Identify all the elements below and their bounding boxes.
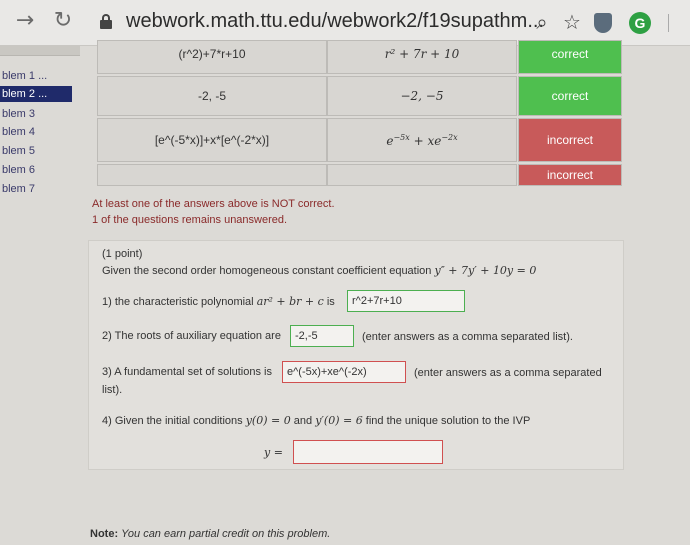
q2-label: 2) The roots of auxiliary equation are <box>102 330 281 342</box>
q3-hint-continued: list). <box>102 384 123 396</box>
intro-text: Given the second order homogeneous const… <box>102 265 432 277</box>
q4-and: and <box>293 415 313 427</box>
note-label: Note: <box>90 528 119 540</box>
table-cell-result: correct <box>518 76 622 116</box>
q4-condition-2: y′(0) = 6 <box>315 414 363 427</box>
ivp-solution-input[interactable] <box>293 440 443 464</box>
shield-extension-icon[interactable] <box>594 13 612 33</box>
toolbar-divider <box>668 14 669 32</box>
sidebar-item-problem-4[interactable]: blem 4 <box>0 124 80 140</box>
q3-label: 3) A fundamental set of solutions is <box>102 366 272 378</box>
table-cell-result: correct <box>518 40 622 74</box>
sidebar-item-problem-7[interactable]: blem 7 <box>0 181 80 197</box>
partial-credit-note: Note: You can earn partial credit on thi… <box>90 528 330 540</box>
address-bar[interactable]: webwork.math.ttu.edu/webwork2/f19supathm… <box>126 10 544 33</box>
table-cell-preview <box>327 164 517 186</box>
q1-label: 1) the characteristic polynomial <box>102 296 254 308</box>
reload-icon[interactable]: ↻ <box>50 8 76 34</box>
table-cell-entered: -2, -5 <box>97 76 327 116</box>
table-cell-result: incorrect <box>518 118 622 162</box>
table-cell-result: incorrect <box>518 164 622 186</box>
q1-is: is <box>326 296 335 308</box>
unanswered-message: 1 of the questions remains unanswered. <box>92 214 288 226</box>
sidebar-item-problem-6[interactable]: blem 6 <box>0 162 80 178</box>
note-text: You can earn partial credit on this prob… <box>121 528 331 540</box>
sidebar-item-problem-3[interactable]: blem 3 <box>0 106 80 122</box>
not-correct-message: At least one of the answers above is NOT… <box>92 198 335 210</box>
sidebar-top-strip <box>0 46 80 56</box>
question-4: 4) Given the initial conditions y(0) = 0… <box>102 414 530 427</box>
grammarly-extension-icon[interactable]: G <box>629 12 651 34</box>
sidebar-item-problem-2[interactable]: blem 2 ... <box>0 86 72 102</box>
y-equals-label: y = <box>264 446 283 459</box>
problem-points: (1 point) <box>102 248 143 260</box>
roots-input[interactable]: -2,-5 <box>290 325 354 347</box>
table-cell-preview: e−5x + xe−2x <box>327 118 517 162</box>
table-cell-preview: r² + 7r + 10 <box>327 40 517 74</box>
problem-intro: Given the second order homogeneous const… <box>102 264 536 277</box>
preview-math: e−5x + xe−2x <box>386 132 458 148</box>
sidebar-item-problem-1[interactable]: blem 1 ... <box>0 68 80 84</box>
forward-icon[interactable]: → <box>12 8 38 34</box>
sidebar-item-problem-5[interactable]: blem 5 <box>0 143 80 159</box>
q2-hint: (enter answers as a comma separated list… <box>362 331 573 343</box>
q4-suffix: find the unique solution to the IVP <box>365 415 531 427</box>
q4-label: 4) Given the initial conditions <box>102 415 243 427</box>
lock-icon[interactable] <box>100 14 112 29</box>
question-1: 1) the characteristic polynomial ar² + b… <box>102 295 335 308</box>
table-cell-entered <box>97 164 327 186</box>
table-cell-entered: (r^2)+7*r+10 <box>97 40 327 74</box>
q3-hint: (enter answers as a comma separated <box>414 367 602 379</box>
q1-math: ar² + br + c <box>256 295 324 308</box>
bookmark-star-icon[interactable]: ☆ <box>560 10 584 34</box>
zoom-icon[interactable]: ⌕ <box>530 10 554 34</box>
ode-equation: y″ + 7y′ + 10y = 0 <box>434 264 537 277</box>
characteristic-polynomial-input[interactable]: r^2+7r+10 <box>347 290 465 312</box>
fundamental-set-input[interactable]: e^(-5x)+xe^(-2x) <box>282 361 406 383</box>
table-cell-entered: [e^(-5*x)]+x*[e^(-2*x)] <box>97 118 327 162</box>
table-cell-preview: −2, −5 <box>327 76 517 116</box>
q4-condition-1: y(0) = 0 <box>245 414 291 427</box>
